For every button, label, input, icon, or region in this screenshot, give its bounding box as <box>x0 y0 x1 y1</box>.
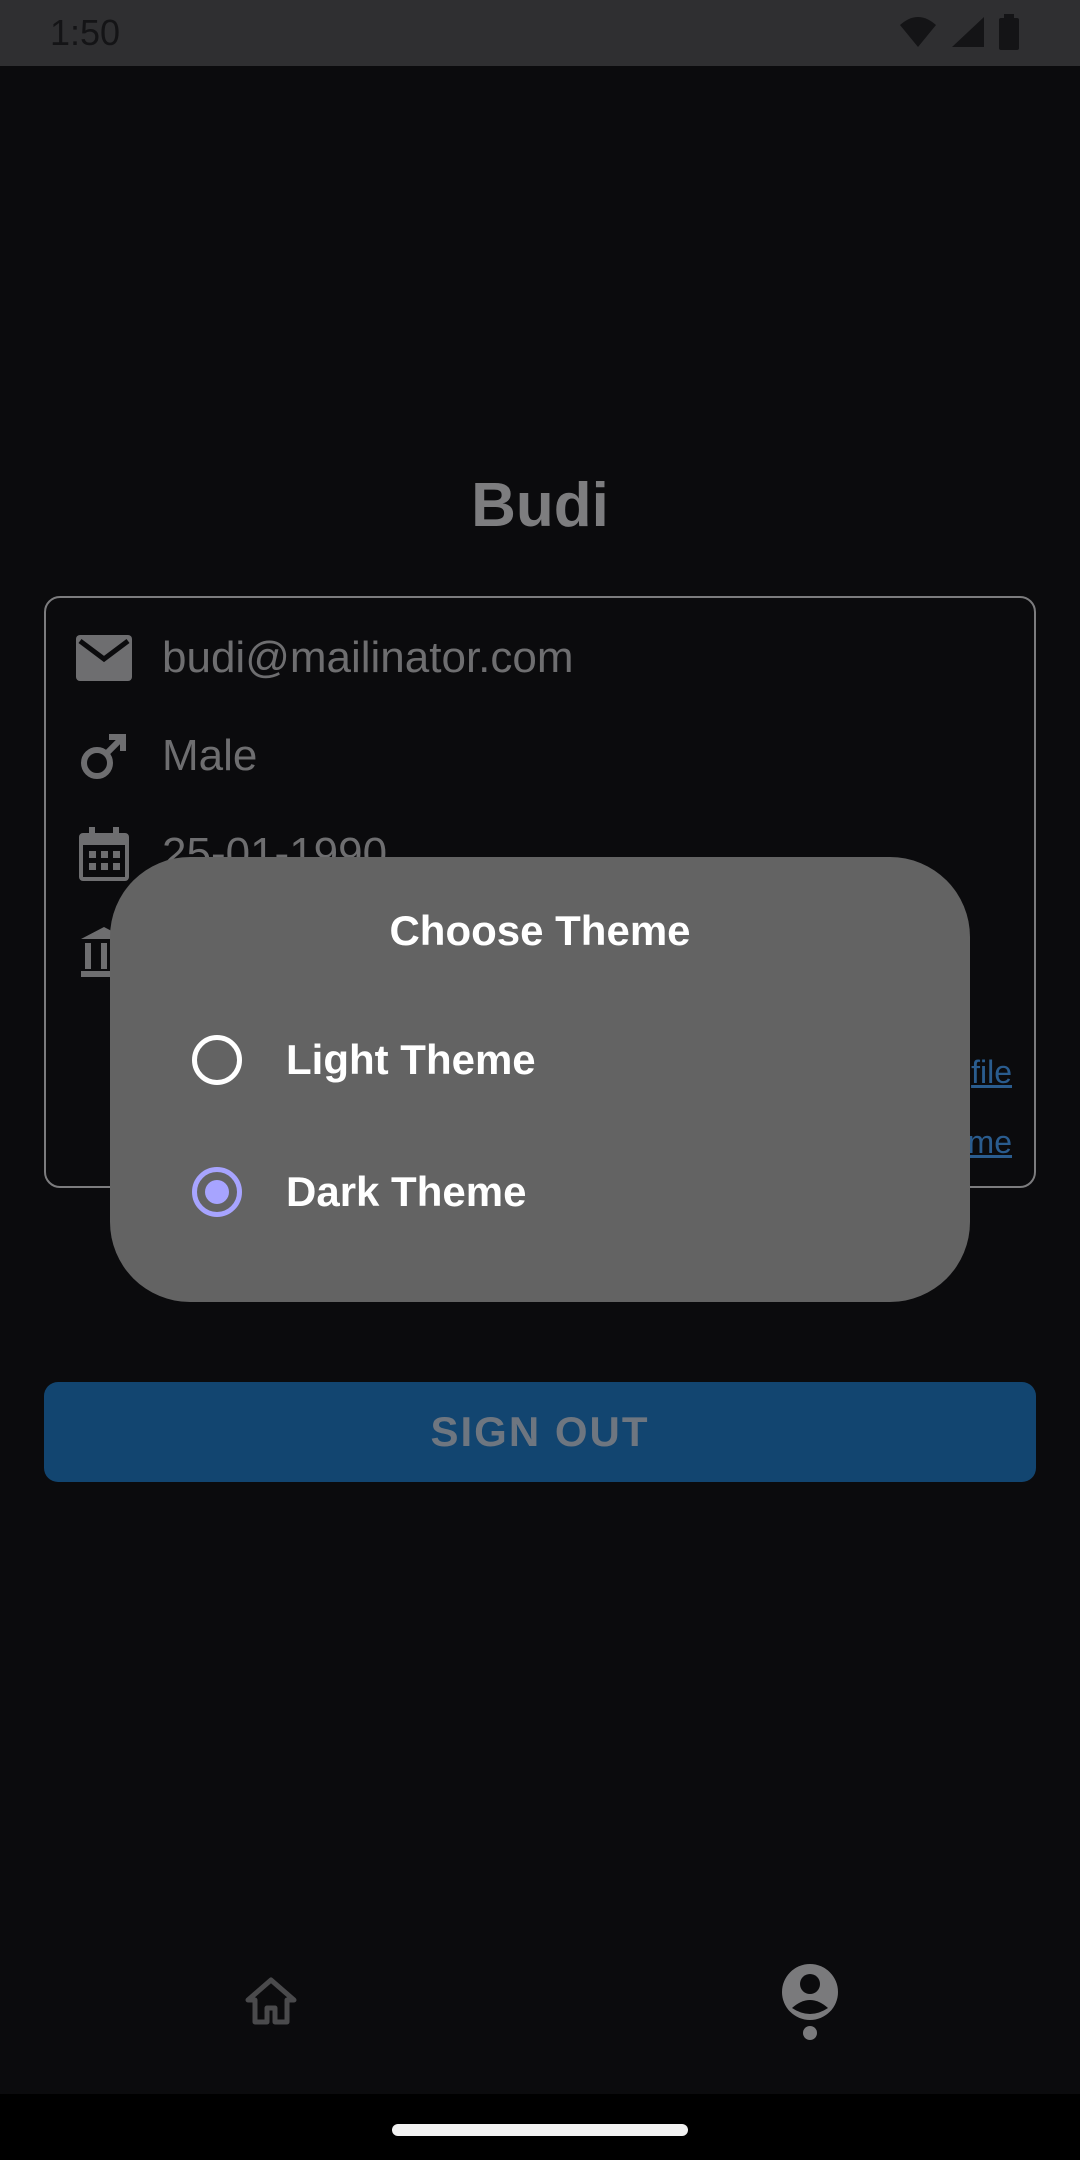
account-circle-icon[interactable] <box>770 1952 850 2032</box>
gender-row: Male <box>74 726 257 786</box>
gender-text: Male <box>162 731 258 780</box>
theme-option-label: Light Theme <box>286 1036 536 1083</box>
choose-theme-dialog: Choose Theme Light Theme Dark Theme <box>110 857 970 1302</box>
theme-option-light[interactable]: Light Theme <box>192 1035 536 1085</box>
status-icons <box>898 14 1020 50</box>
email-row: budi@mailinator.com <box>74 628 574 688</box>
status-time: 1:50 <box>50 12 121 53</box>
profile-name: Budi <box>471 471 609 540</box>
radio-selected-icon[interactable] <box>192 1167 242 1217</box>
male-icon <box>74 726 134 786</box>
home-icon[interactable] <box>236 1966 306 2036</box>
status-bar: 1:50 <box>0 0 1080 66</box>
email-icon <box>74 628 134 688</box>
theme-option-dark[interactable]: Dark Theme <box>192 1167 526 1217</box>
battery-icon <box>999 14 1019 50</box>
change-theme-link[interactable]: me <box>968 1124 1012 1161</box>
gesture-navigation-bar <box>0 2094 1080 2160</box>
signal-icon <box>952 17 984 47</box>
calendar-icon <box>74 824 134 884</box>
edit-profile-link[interactable]: file <box>971 1054 1012 1091</box>
wifi-icon <box>900 17 936 47</box>
theme-option-label: Dark Theme <box>286 1168 527 1215</box>
home-gesture-handle[interactable] <box>392 2124 688 2136</box>
active-tab-indicator <box>803 2026 817 2040</box>
radio-unselected-icon[interactable] <box>192 1035 242 1085</box>
email-text: budi@mailinator.com <box>162 633 574 682</box>
dialog-title: Choose Theme <box>389 907 691 954</box>
sign-out-button[interactable]: SIGN OUT <box>44 1382 1036 1482</box>
bottom-navigation <box>0 1940 1080 2094</box>
